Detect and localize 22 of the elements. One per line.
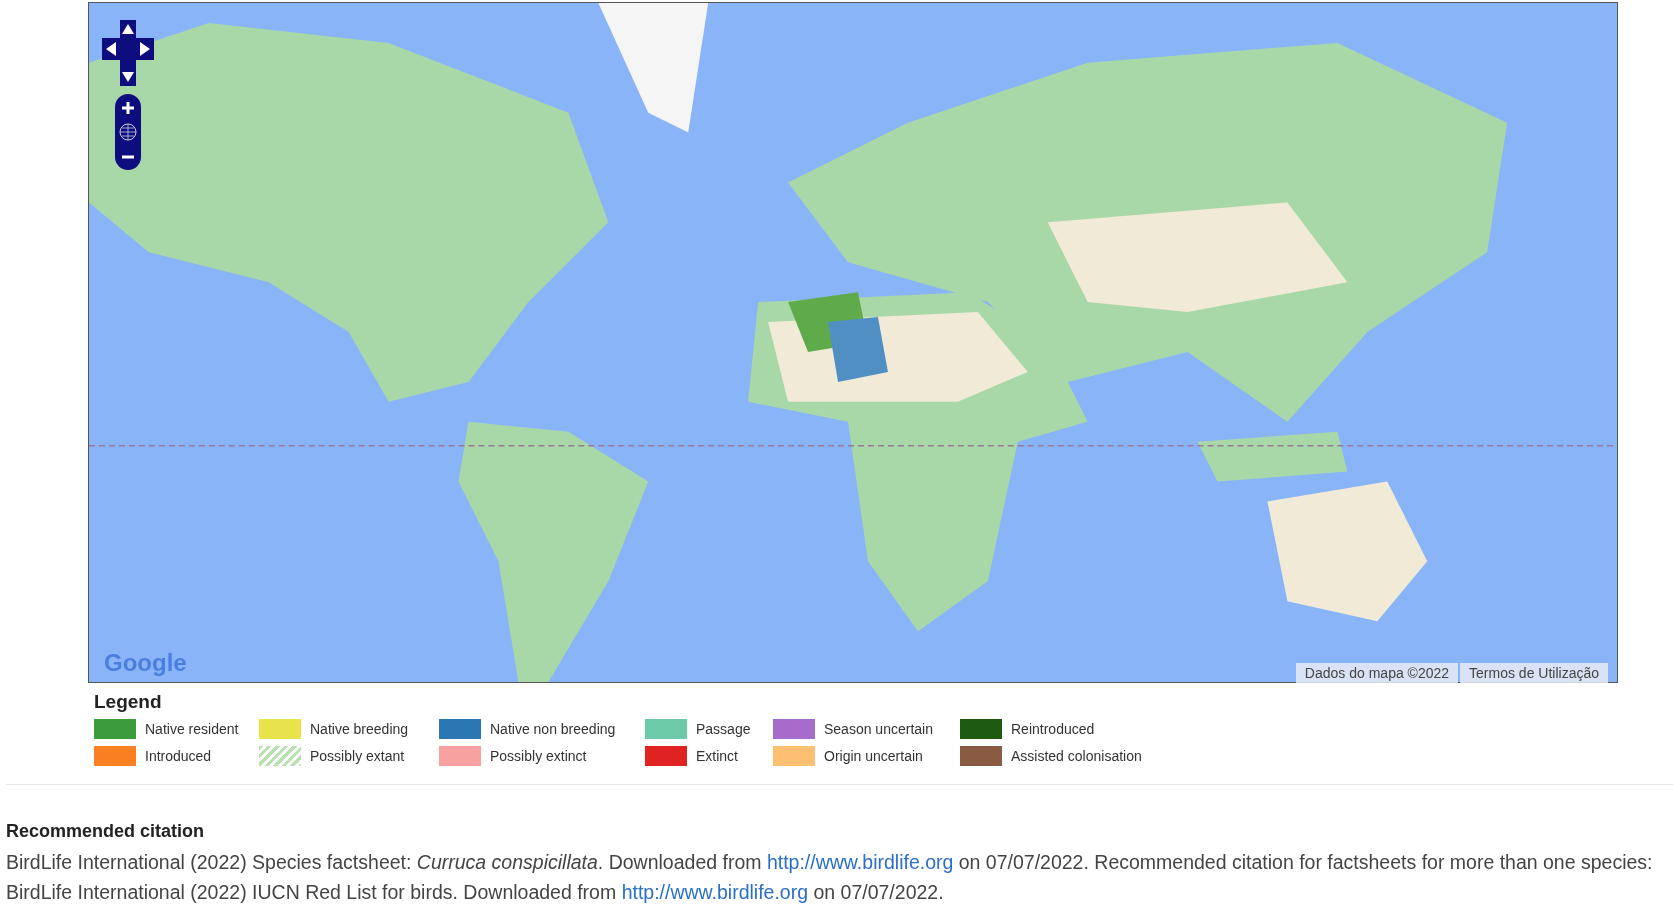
legend-label: Possibly extinct bbox=[490, 748, 587, 764]
legend-label: Native resident bbox=[145, 721, 239, 737]
legend-label: Possibly extant bbox=[310, 748, 405, 764]
legend-label: Assisted colonisation bbox=[1011, 748, 1142, 764]
citation-text: BirdLife International (2022) Species factsheet: Curruca conspicillata. Downloaded from http://www.birdlife.org on 07/07/2022. Recommended citation for factsheets for more than one species: BirdLife International (2022) IUCN Red List for birds. Downloaded from http://www.birdlife.org on 07/07/2022. bbox=[6, 850, 1654, 905]
pan-control[interactable] bbox=[102, 20, 154, 86]
legend-label: Native non breeding bbox=[490, 721, 616, 737]
link[interactable]: http://www.birdlife.org bbox=[766, 851, 954, 873]
map-attribution: Dados do mapa ©2022 bbox=[1295, 663, 1459, 683]
zoom-control[interactable] bbox=[115, 94, 141, 170]
legend-label: Season uncertain bbox=[824, 721, 933, 737]
citation-title: Recommended citation bbox=[6, 821, 206, 842]
map-logo: Google bbox=[104, 649, 187, 677]
legend-label: Origin uncertain bbox=[824, 748, 923, 764]
legend-label: Native breeding bbox=[310, 721, 409, 737]
link[interactable]: http://www.birdlife.org bbox=[621, 881, 809, 903]
legend-label: Reintroduced bbox=[1011, 721, 1095, 737]
terms-link[interactable]: Termos de Utilização bbox=[1460, 663, 1608, 683]
legend-label: Passage bbox=[696, 721, 751, 737]
legend-label: Introduced bbox=[145, 748, 212, 764]
legend-label: Extinct bbox=[696, 748, 738, 764]
legend-title: Legend bbox=[94, 691, 163, 713]
